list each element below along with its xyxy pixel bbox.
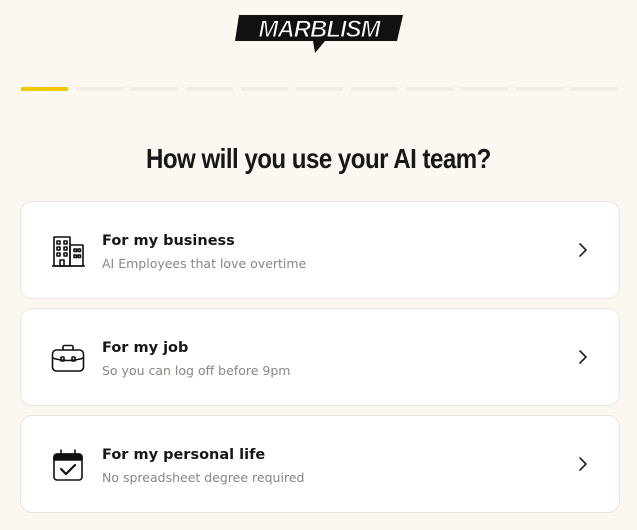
option-card-job[interactable]: For my job So you can log off before 9pm — [20, 308, 620, 406]
option-label: For my business — [102, 233, 235, 249]
option-description: No spreadsheet degree required — [102, 470, 305, 485]
option-label: For my personal life — [102, 447, 266, 463]
option-card-personal-life[interactable]: For my personal life No spreadsheet degr… — [20, 415, 620, 513]
page-title: How will you use your AI team? — [145, 143, 491, 174]
progress-step-7 — [351, 87, 398, 91]
option-description: So you can log off before 9pm — [102, 363, 291, 378]
progress-step-3 — [131, 87, 178, 91]
marblism-logo: MARBLISM — [235, 15, 403, 53]
logo-wordmark: MARBLISM — [258, 16, 381, 43]
chevron-right-icon — [579, 350, 587, 364]
progress-step-9 — [461, 87, 508, 91]
progress-step-6 — [296, 87, 343, 91]
progress-step-4 — [186, 87, 233, 91]
progress-step-8 — [406, 87, 453, 91]
chevron-right-icon — [579, 457, 587, 471]
progress-step-11 — [571, 87, 618, 91]
briefcase-icon — [51, 344, 85, 372]
progress-step-1 — [21, 87, 68, 91]
option-card-business[interactable]: For my business AI Employees that love o… — [20, 201, 620, 299]
progress-bar — [21, 87, 621, 91]
building-icon — [52, 236, 85, 267]
calendar-check-icon — [53, 449, 83, 481]
progress-step-10 — [516, 87, 563, 91]
chevron-right-icon — [579, 243, 587, 257]
option-label: For my job — [102, 340, 189, 356]
progress-step-2 — [76, 87, 123, 91]
option-description: AI Employees that love overtime — [102, 256, 307, 271]
progress-step-5 — [241, 87, 288, 91]
